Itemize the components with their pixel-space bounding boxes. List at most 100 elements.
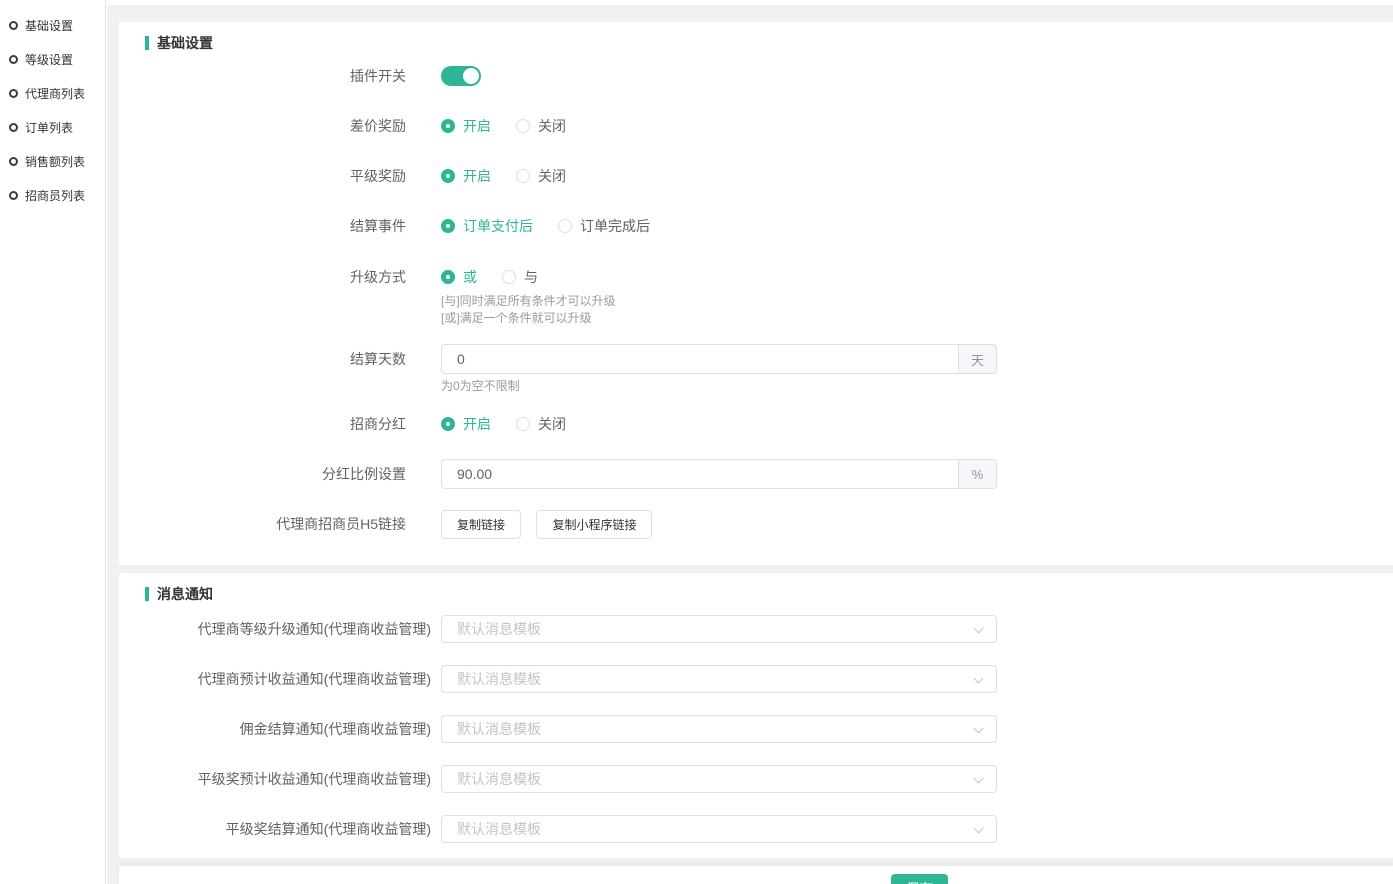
- radio-unchecked-icon: [516, 119, 530, 133]
- invest-dividend-row: 招商分红 开启 关闭: [119, 414, 1393, 434]
- settle-days-label: 结算天数: [119, 344, 406, 374]
- same-level-label: 平级奖励: [119, 166, 406, 186]
- sidebar-item-basic-settings[interactable]: 基础设置: [0, 8, 105, 42]
- select-placeholder: 默认消息模板: [457, 719, 541, 739]
- notify-row-level-upgrade: 代理商等级升级通知(代理商收益管理) 默认消息模板: [119, 615, 1393, 643]
- h5-link-label: 代理商招商员H5链接: [119, 510, 406, 539]
- upgrade-mode-and-radio[interactable]: 与: [502, 267, 538, 287]
- same-level-off-radio[interactable]: 关闭: [516, 166, 566, 186]
- sidebar-item-label: 代理商列表: [25, 85, 85, 102]
- notify-label: 平级奖预计收益通知(代理商收益管理): [119, 765, 431, 793]
- copy-link-button[interactable]: 复制链接: [441, 510, 521, 539]
- radio-checked-icon: [441, 119, 455, 133]
- settle-event-radio-group: 订单支付后 订单完成后: [441, 216, 650, 236]
- settle-event-paid-radio[interactable]: 订单支付后: [441, 216, 533, 236]
- invest-dividend-radio-group: 开启 关闭: [441, 414, 566, 434]
- notify-card: 消息通知 代理商等级升级通知(代理商收益管理) 默认消息模板 代理商预计收益通知…: [119, 573, 1393, 858]
- sidebar-item-label: 招商员列表: [25, 187, 85, 204]
- sidebar-item-label: 基础设置: [25, 17, 73, 34]
- sidebar-item-label: 等级设置: [25, 51, 73, 68]
- radio-unchecked-icon: [516, 169, 530, 183]
- upgrade-mode-help-2: [或]满足一个条件就可以升级: [441, 310, 616, 327]
- notify-row-samelevel-expected: 平级奖预计收益通知(代理商收益管理) 默认消息模板: [119, 765, 1393, 793]
- notify-template-select[interactable]: 默认消息模板: [441, 715, 997, 743]
- notify-label: 平级奖结算通知(代理商收益管理): [119, 815, 431, 843]
- notify-form: 代理商等级升级通知(代理商收益管理) 默认消息模板 代理商预计收益通知(代理商收…: [119, 615, 1393, 843]
- notify-section-title: 消息通知: [145, 584, 1393, 604]
- notify-label: 佣金结算通知(代理商收益管理): [119, 715, 431, 743]
- circle-icon: [9, 21, 18, 30]
- notify-template-select[interactable]: 默认消息模板: [441, 665, 997, 693]
- settle-days-row: 结算天数 天 为0为空不限制: [119, 344, 1393, 394]
- radio-checked-icon: [441, 270, 455, 284]
- circle-icon: [9, 55, 18, 64]
- h5-link-row: 代理商招商员H5链接 复制链接 复制小程序链接: [119, 510, 1393, 539]
- sidebar-item-promoter-list[interactable]: 招商员列表: [0, 178, 105, 212]
- same-level-row: 平级奖励 开启 关闭: [119, 166, 1393, 186]
- basic-settings-card: 基础设置 插件开关 差价奖励 开启: [119, 22, 1393, 565]
- settings-page: 基础设置 等级设置 代理商列表 订单列表 销售额列表 招商员列表: [0, 0, 1393, 884]
- same-level-radio-group: 开启 关闭: [441, 166, 566, 186]
- radio-unchecked-icon: [558, 219, 572, 233]
- dividend-ratio-input[interactable]: [441, 459, 959, 489]
- settle-days-input-group: 天: [441, 344, 997, 374]
- chevron-down-icon: [974, 824, 984, 834]
- h5-link-buttons: 复制链接 复制小程序链接: [441, 510, 652, 539]
- dividend-ratio-input-group: %: [441, 459, 997, 489]
- chevron-down-icon: [974, 674, 984, 684]
- select-placeholder: 默认消息模板: [457, 669, 541, 689]
- price-diff-row: 差价奖励 开启 关闭: [119, 116, 1393, 136]
- sidebar-item-agent-list[interactable]: 代理商列表: [0, 76, 105, 110]
- section-title-text: 基础设置: [157, 33, 213, 53]
- radio-checked-icon: [441, 219, 455, 233]
- sidebar-item-order-list[interactable]: 订单列表: [0, 110, 105, 144]
- notify-template-select[interactable]: 默认消息模板: [441, 765, 997, 793]
- notify-template-select[interactable]: 默认消息模板: [441, 615, 997, 643]
- dividend-ratio-label: 分红比例设置: [119, 464, 406, 484]
- price-diff-label: 差价奖励: [119, 116, 406, 136]
- radio-unchecked-icon: [516, 417, 530, 431]
- invest-dividend-on-radio[interactable]: 开启: [441, 414, 491, 434]
- same-level-on-radio[interactable]: 开启: [441, 166, 491, 186]
- plugin-switch-toggle[interactable]: [441, 66, 481, 86]
- settle-days-help: 为0为空不限制: [441, 378, 997, 394]
- settle-days-input[interactable]: [441, 344, 959, 374]
- price-diff-radio-group: 开启 关闭: [441, 116, 566, 136]
- notify-row-commission-settle: 佣金结算通知(代理商收益管理) 默认消息模板: [119, 715, 1393, 743]
- price-diff-off-radio[interactable]: 关闭: [516, 116, 566, 136]
- select-placeholder: 默认消息模板: [457, 769, 541, 789]
- circle-icon: [9, 123, 18, 132]
- notify-label: 代理商等级升级通知(代理商收益管理): [119, 615, 431, 643]
- copy-miniprogram-link-button[interactable]: 复制小程序链接: [536, 510, 652, 539]
- upgrade-mode-or-radio[interactable]: 或: [441, 267, 477, 287]
- invest-dividend-label: 招商分红: [119, 414, 406, 434]
- plugin-switch-row: 插件开关: [119, 66, 1393, 86]
- upgrade-mode-label: 升级方式: [119, 267, 406, 287]
- price-diff-on-radio[interactable]: 开启: [441, 116, 491, 136]
- sidebar: 基础设置 等级设置 代理商列表 订单列表 销售额列表 招商员列表: [0, 0, 106, 884]
- sidebar-item-level-settings[interactable]: 等级设置: [0, 42, 105, 76]
- radio-unchecked-icon: [502, 270, 516, 284]
- section-bar-icon: [145, 587, 149, 601]
- basic-form: 插件开关 差价奖励 开启 关闭: [119, 66, 1393, 539]
- save-button[interactable]: 保存: [891, 874, 948, 884]
- notify-row-samelevel-settle: 平级奖结算通知(代理商收益管理) 默认消息模板: [119, 815, 1393, 843]
- sidebar-item-sales-list[interactable]: 销售额列表: [0, 144, 105, 178]
- footer-bar: 保存: [119, 866, 1393, 884]
- chevron-down-icon: [974, 724, 984, 734]
- radio-checked-icon: [441, 169, 455, 183]
- upgrade-mode-radio-group: 或 与: [441, 267, 616, 287]
- settle-event-label: 结算事件: [119, 216, 406, 236]
- main-content: 基础设置 插件开关 差价奖励 开启: [107, 0, 1393, 884]
- upgrade-mode-row: 升级方式 或 与 [与]同时满足所有条件才可以升级: [119, 267, 1393, 327]
- invest-dividend-off-radio[interactable]: 关闭: [516, 414, 566, 434]
- sidebar-item-label: 订单列表: [25, 119, 73, 136]
- notify-row-expected-income: 代理商预计收益通知(代理商收益管理) 默认消息模板: [119, 665, 1393, 693]
- chevron-down-icon: [974, 774, 984, 784]
- circle-icon: [9, 191, 18, 200]
- settle-event-done-radio[interactable]: 订单完成后: [558, 216, 650, 236]
- upgrade-mode-help-1: [与]同时满足所有条件才可以升级: [441, 293, 616, 310]
- notify-template-select[interactable]: 默认消息模板: [441, 815, 997, 843]
- chevron-down-icon: [974, 624, 984, 634]
- settle-days-control: 天 为0为空不限制: [441, 344, 997, 394]
